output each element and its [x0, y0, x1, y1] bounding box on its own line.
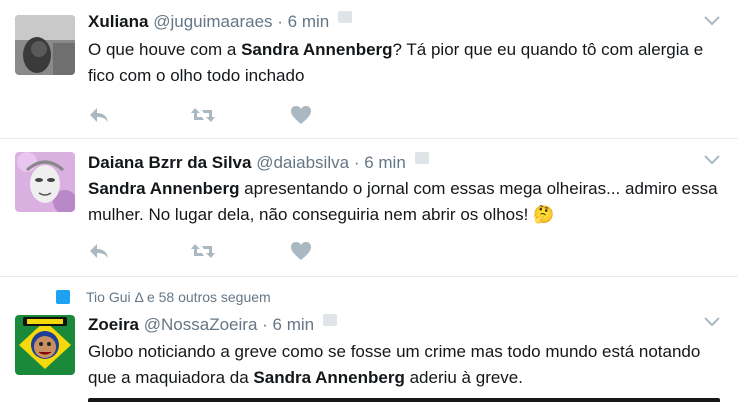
tweet-text-part: aderiu à greve.: [404, 368, 523, 387]
separator: ·: [262, 315, 268, 334]
social-context-label: Tio Gui Δ e 58 outros seguem: [86, 289, 271, 305]
tweet-header: Daiana Bzrr da Silva @daiabsilva · 6 min: [88, 151, 429, 173]
media-preview-edge[interactable]: [88, 398, 720, 402]
user-handle[interactable]: @daiabsilva: [256, 153, 349, 172]
avatar-logo-icon: [15, 315, 75, 375]
client-icon: [322, 313, 337, 326]
avatar[interactable]: [15, 315, 75, 375]
thinking-face-icon: 🤔: [533, 205, 555, 224]
person-icon: [56, 290, 70, 304]
reply-icon[interactable]: [88, 241, 110, 261]
separator: ·: [353, 153, 360, 172]
tweet-header: Zoeira @NossaZoeira · 6 min: [88, 313, 337, 335]
client-icon: [414, 151, 429, 164]
tweet-text: Sandra Annenberg apresentando o jornal c…: [88, 176, 718, 228]
user-name[interactable]: Daiana Bzrr da Silva: [88, 153, 251, 172]
like-icon[interactable]: [290, 105, 312, 125]
chevron-down-icon[interactable]: [704, 317, 720, 327]
tweet-header: Xuliana @juguimaaraes · 6 min: [88, 10, 352, 32]
chevron-down-icon[interactable]: [704, 16, 720, 26]
tweet-time[interactable]: 6 min: [288, 12, 330, 31]
tweet-item[interactable]: Xuliana @juguimaaraes · 6 min O que houv…: [0, 0, 738, 139]
avatar[interactable]: [15, 15, 75, 75]
separator: ·: [277, 12, 283, 31]
retweet-icon[interactable]: [190, 105, 216, 125]
avatar[interactable]: [15, 152, 75, 212]
tweet-text-bold[interactable]: Sandra Annenberg: [253, 368, 404, 387]
tweet-time[interactable]: 6 min: [273, 315, 315, 334]
client-icon: [337, 10, 352, 23]
tweet-text: O que houve com a Sandra Annenberg? Tá p…: [88, 37, 718, 89]
tweet-text-bold[interactable]: Sandra Annenberg: [88, 179, 239, 198]
user-name[interactable]: Xuliana: [88, 12, 148, 31]
like-icon[interactable]: [290, 241, 312, 261]
user-handle[interactable]: @juguimaaraes: [153, 12, 272, 31]
user-handle[interactable]: @NossaZoeira: [144, 315, 258, 334]
tweet-text: Globo noticiando a greve como se fosse u…: [88, 339, 718, 391]
tweet-text-part: O que houve com a: [88, 40, 242, 59]
chevron-down-icon[interactable]: [704, 155, 720, 165]
tweet-item[interactable]: Daiana Bzrr da Silva @daiabsilva · 6 min…: [0, 139, 738, 277]
user-name[interactable]: Zoeira: [88, 315, 139, 334]
retweet-icon[interactable]: [190, 241, 216, 261]
tweet-item[interactable]: Tio Gui Δ e 58 outros seguem Zoeira @Nos…: [0, 277, 738, 402]
reply-icon[interactable]: [88, 105, 110, 125]
tweet-time[interactable]: 6 min: [364, 153, 406, 172]
tweet-text-bold[interactable]: Sandra Annenberg: [241, 40, 392, 59]
avatar-art-icon: [15, 152, 75, 212]
avatar-photo-icon: [15, 15, 75, 75]
